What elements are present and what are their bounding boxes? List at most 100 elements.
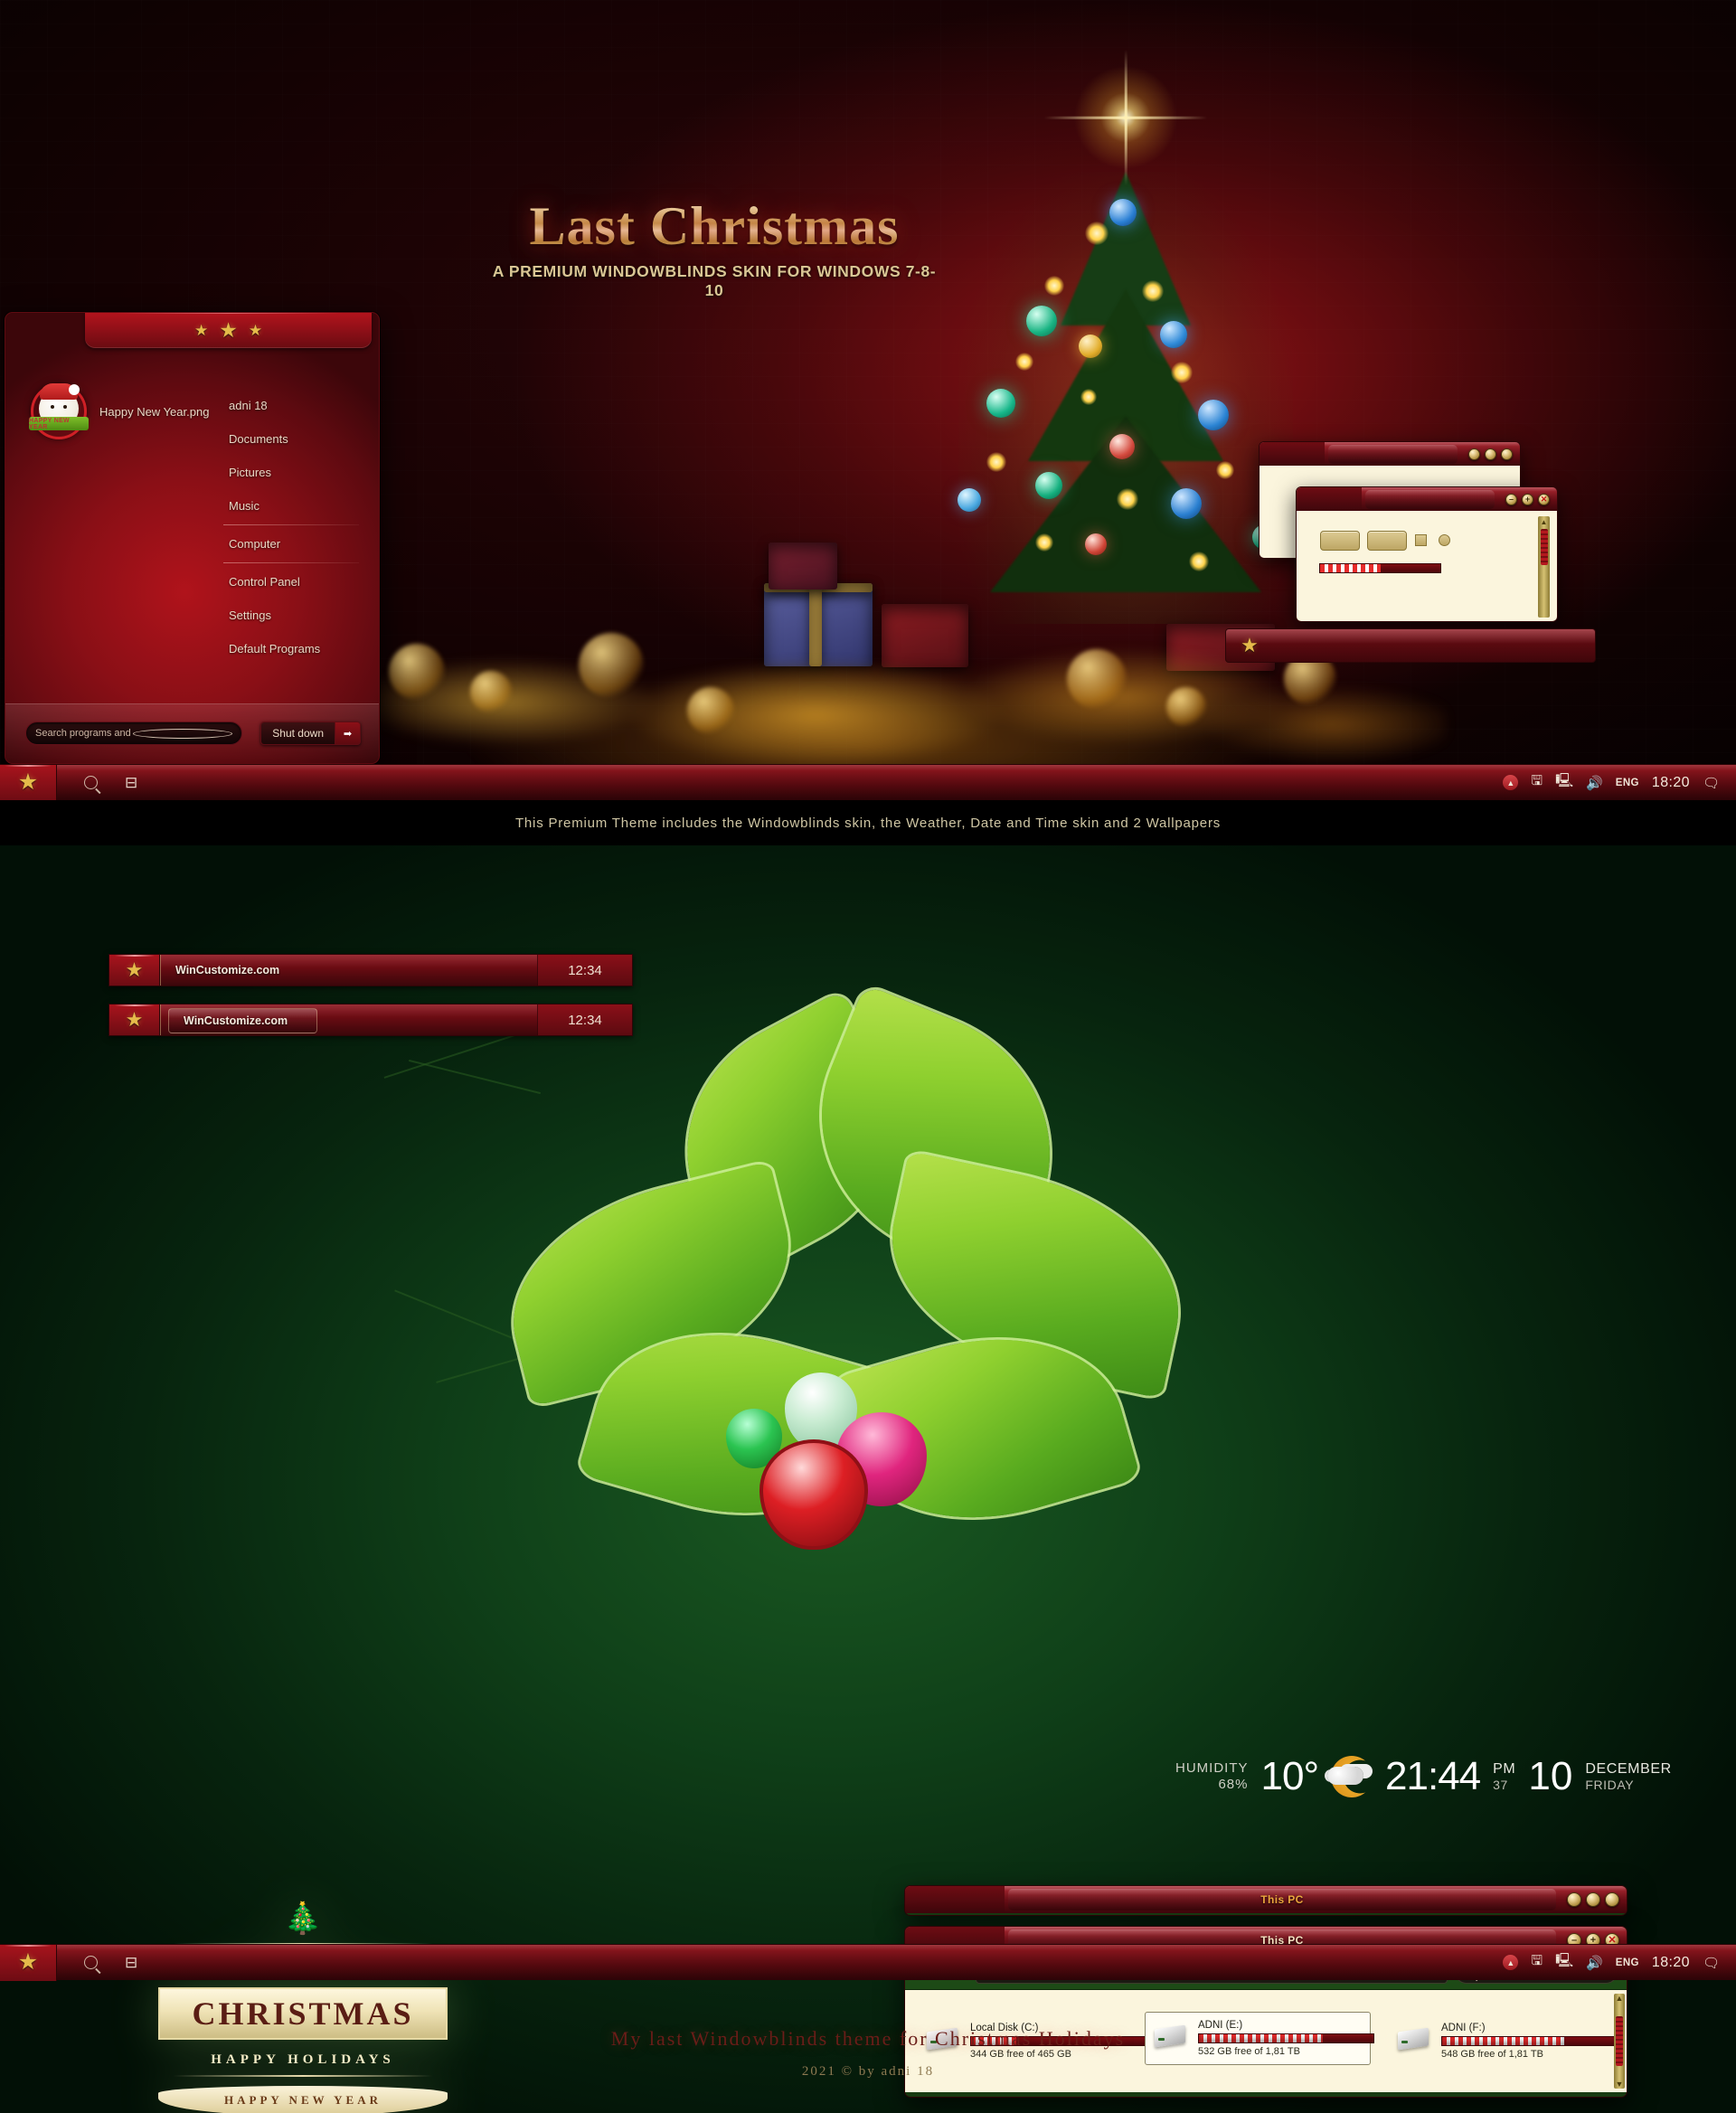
- hero-subtitle: A premium Windowblinds skin for Windows …: [492, 262, 937, 299]
- santa-avatar-icon: HAPPY NEW YEAR: [29, 383, 89, 439]
- shutdown-button[interactable]: Shut down ➡: [260, 722, 361, 745]
- minimize-button[interactable]: –: [1505, 493, 1517, 505]
- usb-icon[interactable]: 🖫: [1531, 771, 1543, 794]
- date-block: DECEMBER FRIDAY: [1585, 1761, 1671, 1792]
- sample-checkbox[interactable]: [1415, 534, 1427, 546]
- month-label: DECEMBER: [1585, 1760, 1672, 1777]
- weather-date-time-widget: HUMIDITY 68% 10° 21:44 PM 37 10 DECEMBER…: [1175, 1754, 1672, 1799]
- humidity-block: HUMIDITY 68%: [1175, 1760, 1249, 1792]
- page-root: Last Christmas A premium Windowblinds sk…: [0, 0, 1736, 2113]
- language-indicator[interactable]: ENG: [1616, 778, 1639, 788]
- sample-start-button[interactable]: ★: [109, 955, 160, 986]
- show-hidden-icons-button[interactable]: ▲: [1503, 1955, 1519, 1970]
- explorer-bg-title: This PC: [1260, 1893, 1304, 1906]
- system-tray: ▲ 🖫 🖳 🔊 ENG 18:20 🗨: [1503, 1951, 1736, 1974]
- shutdown-arrow-icon[interactable]: ➡: [335, 722, 360, 744]
- start-menu-item-user[interactable]: adni 18: [223, 389, 359, 422]
- start-menu-items: adni 18 Documents Pictures Music Compute…: [223, 389, 359, 665]
- day-number: 10: [1528, 1754, 1573, 1798]
- search-icon[interactable]: [84, 1956, 98, 1969]
- sample-start-star-icon[interactable]: ★: [1228, 631, 1271, 660]
- taskbar-icons: ⊟: [57, 1954, 137, 1972]
- start-button[interactable]: ★: [0, 764, 57, 800]
- start-menu-item-computer[interactable]: Computer: [223, 527, 359, 561]
- start-menu-separator: [223, 562, 359, 563]
- sample-start-button[interactable]: ★: [109, 1005, 160, 1035]
- start-menu-search-placeholder: Search programs and files: [35, 728, 133, 739]
- language-indicator[interactable]: ENG: [1616, 1957, 1639, 1968]
- minimize-button[interactable]: [1567, 1892, 1581, 1907]
- task-view-icon[interactable]: ⊟: [125, 1954, 137, 1972]
- sample-button-2[interactable]: [1367, 531, 1407, 551]
- sample-task-label: WinCustomize.com: [184, 1014, 288, 1027]
- volume-icon[interactable]: 🔊: [1586, 775, 1603, 791]
- notification-icon[interactable]: 🗨: [1703, 775, 1720, 791]
- start-menu-item-control-panel[interactable]: Control Panel: [223, 565, 359, 599]
- merry-christmas-logo: 🎄 MERRY CHRISTMAS HAPPY HOLIDAYS HAPPY N…: [158, 1903, 448, 2113]
- notification-icon[interactable]: 🗨: [1703, 1955, 1720, 1971]
- footer-tagline: My last Windowblinds theme for Christmas…: [610, 2027, 1126, 2050]
- sample-radio[interactable]: [1439, 534, 1450, 546]
- sample-task-area[interactable]: WinCustomize.com: [160, 1005, 537, 1035]
- star-icon: ★: [17, 1949, 39, 1975]
- start-menu-item-music[interactable]: Music: [223, 489, 359, 523]
- scene-wallpaper-red: Last Christmas A premium Windowblinds sk…: [0, 0, 1736, 800]
- close-button[interactable]: [1605, 1892, 1619, 1907]
- sample-task-area[interactable]: WinCustomize.com: [160, 955, 537, 986]
- clock-time: 21:44: [1385, 1754, 1481, 1798]
- start-menu-separator: [223, 524, 359, 525]
- maximize-button[interactable]: [1485, 448, 1496, 460]
- minimize-button[interactable]: [1468, 448, 1480, 460]
- star-icon: ★: [125, 958, 144, 981]
- hero-title-block: Last Christmas A premium Windowblinds sk…: [488, 199, 940, 300]
- start-menu-item-pictures[interactable]: Pictures: [223, 456, 359, 489]
- close-button[interactable]: ✕: [1538, 493, 1550, 505]
- taskbar-clock[interactable]: 18:20: [1652, 775, 1690, 791]
- berry-red: [760, 1439, 868, 1550]
- sample-scrollbar[interactable]: ▲: [1538, 516, 1550, 618]
- sample-task-button[interactable]: WinCustomize.com: [168, 1008, 317, 1033]
- network-icon[interactable]: 🖳: [1555, 1951, 1573, 1974]
- start-button[interactable]: ★: [0, 1944, 57, 1981]
- search-icon[interactable]: [84, 776, 98, 789]
- show-hidden-icons-button[interactable]: ▲: [1503, 775, 1519, 790]
- explorer-bg-titlebar[interactable]: This PC: [905, 1886, 1627, 1913]
- meridiem: PM: [1493, 1760, 1516, 1777]
- taskbar-top-scene[interactable]: ★ ⊟ ▲ 🖫 🖳 🔊 ENG 18:20 🗨: [0, 764, 1736, 800]
- start-menu[interactable]: ★ ★ ★ HAPPY NEW YEAR Happy New Year.png …: [5, 312, 380, 764]
- system-tray: ▲ 🖫 🖳 🔊 ENG 18:20 🗨: [1503, 771, 1736, 794]
- usb-icon[interactable]: 🖫: [1531, 1951, 1543, 1974]
- task-view-icon[interactable]: ⊟: [125, 774, 137, 792]
- taskbar-sample-1[interactable]: ★ WinCustomize.com 12:34: [108, 954, 633, 986]
- temperature-value: 10°: [1260, 1754, 1320, 1798]
- sample-progress-bar: [1319, 563, 1441, 573]
- sample-window-titlebar-front[interactable]: – + ✕: [1297, 487, 1557, 511]
- start-menu-item-documents[interactable]: Documents: [223, 422, 359, 456]
- maximize-button[interactable]: [1586, 1892, 1600, 1907]
- start-menu-item-settings[interactable]: Settings: [223, 599, 359, 632]
- sample-task-label: WinCustomize.com: [175, 964, 280, 976]
- weekday-label: FRIDAY: [1585, 1778, 1635, 1793]
- start-menu-item-default-programs[interactable]: Default Programs: [223, 632, 359, 665]
- sample-window-titlebar[interactable]: [1260, 442, 1520, 466]
- maximize-button[interactable]: +: [1522, 493, 1533, 505]
- start-menu-user[interactable]: HAPPY NEW YEAR Happy New Year.png: [29, 383, 209, 439]
- sample-clock[interactable]: 12:34: [537, 955, 632, 986]
- network-icon[interactable]: 🖳: [1555, 771, 1573, 794]
- close-button[interactable]: [1501, 448, 1513, 460]
- sample-button-1[interactable]: [1320, 531, 1360, 551]
- tree-top-star-icon: [1067, 59, 1184, 176]
- start-menu-search-input[interactable]: Search programs and files: [25, 722, 242, 745]
- meridiem-block: PM 37: [1493, 1761, 1515, 1792]
- taskbar-sample-2[interactable]: ★ WinCustomize.com 12:34: [108, 1004, 633, 1036]
- explorer-window-background[interactable]: This PC: [904, 1885, 1628, 1916]
- sample-clock[interactable]: 12:34: [537, 1005, 632, 1035]
- taskbar-clock[interactable]: 18:20: [1652, 1955, 1690, 1971]
- christmas-tree-graphic: [900, 59, 1352, 660]
- logo-newyear-band: HAPPY NEW YEAR: [158, 2086, 448, 2113]
- taskbar-bottom-scene[interactable]: ★ ⊟ ▲ 🖫 🖳 🔊 ENG 18:20 🗨: [0, 1944, 1736, 1981]
- search-icon: [133, 728, 232, 739]
- sample-window-front[interactable]: – + ✕ ▲: [1296, 486, 1558, 622]
- volume-icon[interactable]: 🔊: [1586, 1955, 1603, 1971]
- seconds: 37: [1493, 1778, 1508, 1793]
